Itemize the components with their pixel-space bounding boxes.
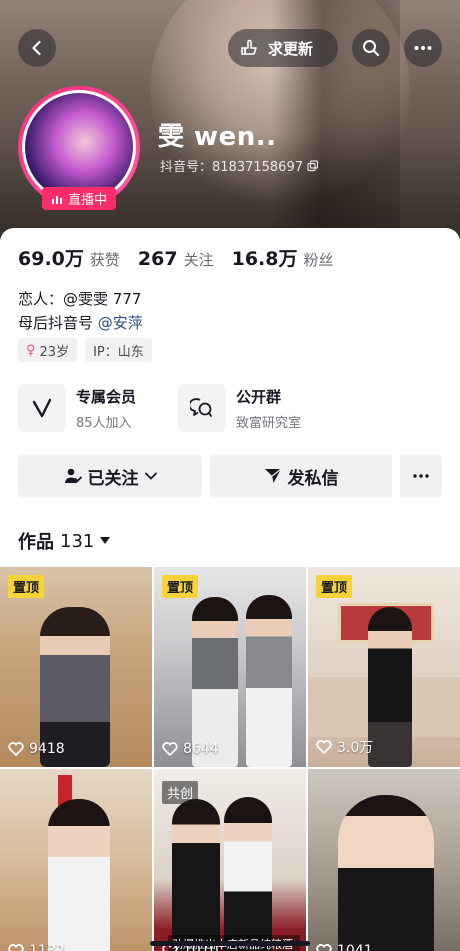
profile-actions: 已关注 发私信: [18, 455, 442, 497]
feature-subtitle: 85人加入: [76, 415, 132, 431]
bio-text: 母后抖音号: [18, 314, 94, 332]
pinned-badge: 置顶: [316, 575, 353, 598]
profile-tags: ♀ 23岁 IP：山东: [18, 338, 152, 362]
search-icon: [363, 40, 380, 57]
send-message-label: 发私信: [287, 468, 339, 489]
ellipsis-icon: [414, 46, 432, 50]
age-text: 23岁: [39, 344, 70, 360]
heart-icon: [8, 944, 24, 951]
exclusive-membership[interactable]: 专属会员 85人加入: [18, 384, 136, 432]
video-likes: 8644: [162, 741, 219, 757]
douyin-id[interactable]: 抖音号：81837158697: [160, 156, 319, 175]
stat-value: 267: [137, 248, 178, 270]
hand-point-icon: [241, 39, 257, 55]
group-chat-icon: [178, 384, 226, 432]
video-thumbnail[interactable]: 1132: [0, 769, 152, 951]
likes-count: 3.0万: [337, 740, 374, 756]
heart-icon: [316, 740, 332, 754]
video-likes: 9418: [8, 741, 65, 757]
heart-icon: [316, 944, 332, 951]
bio-line-1: 恋人：@雯雯 777: [18, 288, 141, 309]
stat-followers[interactable]: 16.8万 粉丝: [232, 244, 334, 271]
video-thumbnail[interactable]: 置顶 8644: [154, 567, 306, 767]
stat-likes[interactable]: 69.0万 获赞: [18, 244, 120, 271]
following-label: 已关注: [87, 468, 139, 489]
ellipsis-icon: [413, 474, 429, 478]
video-likes: 1132: [8, 943, 65, 951]
likes-count: 9418: [29, 741, 65, 757]
ip-tag: IP：山东: [85, 338, 152, 362]
bio-text: 恋人：: [18, 290, 64, 308]
bio-mention-link[interactable]: @安萍: [98, 314, 143, 332]
v-badge-icon: [18, 384, 66, 432]
stat-value: 16.8万: [231, 248, 298, 270]
back-button[interactable]: [18, 29, 56, 67]
nickname: 雯 wen..: [158, 122, 277, 152]
request-update-label: 求更新: [268, 39, 314, 58]
stat-label: 关注: [183, 251, 214, 269]
profile-card: 69.0万 获赞 267 关注 16.8万 粉丝 恋人：@雯雯 777 母后抖音…: [0, 228, 460, 951]
co-creation-badge: 共创: [162, 781, 199, 804]
works-count: 131: [60, 530, 95, 552]
live-label: 直播中: [67, 193, 107, 208]
paper-plane-icon: [264, 468, 281, 483]
feature-title: 专属会员: [76, 387, 137, 406]
search-button[interactable]: [352, 29, 390, 67]
public-group[interactable]: 公开群 致富研究室: [178, 384, 301, 432]
ip-text: IP：山东: [93, 344, 144, 360]
likes-count: 1041: [337, 943, 373, 951]
pinned-badge: 置顶: [162, 575, 199, 598]
feature-subtitle: 致富研究室: [236, 415, 302, 431]
heart-icon: [162, 742, 178, 756]
pinned-badge: 置顶: [8, 575, 45, 598]
copy-icon: [307, 159, 319, 171]
stats-row: 69.0万 获赞 267 关注 16.8万 粉丝: [18, 244, 334, 271]
live-bars-icon: [51, 195, 62, 204]
more-button[interactable]: [404, 29, 442, 67]
video-grid: 置顶 9418 置顶 8644 置顶 3.0万 1132 共创 1010 104…: [0, 567, 460, 951]
stat-following[interactable]: 267 关注: [138, 248, 214, 270]
works-tab[interactable]: 作品 131: [18, 528, 111, 554]
age-tag: ♀ 23岁: [18, 338, 78, 362]
video-likes: 3.0万: [316, 737, 373, 757]
chevron-down-icon: [144, 472, 157, 480]
feature-title: 公开群: [236, 387, 282, 406]
douyin-id-text: 抖音号：81837158697: [160, 160, 303, 175]
video-likes: 1041: [316, 943, 373, 951]
heart-icon: [8, 742, 24, 756]
send-message-button[interactable]: 发私信: [210, 455, 392, 497]
request-update-button[interactable]: 求更新: [228, 29, 338, 67]
likes-count: 1132: [29, 943, 65, 951]
stat-label: 粉丝: [303, 251, 334, 269]
video-thumbnail[interactable]: 1041: [308, 769, 460, 951]
likes-count: 8644: [183, 741, 219, 757]
following-button[interactable]: 已关注: [18, 455, 202, 497]
works-label: 作品: [18, 532, 54, 553]
user-check-icon: [64, 468, 82, 483]
bio-mention[interactable]: @雯雯 777: [63, 290, 141, 308]
caret-down-icon: [100, 537, 111, 544]
chevron-left-icon: [32, 40, 41, 56]
female-icon: ♀: [26, 342, 36, 358]
more-actions-button[interactable]: [400, 455, 442, 497]
bio-line-2: 母后抖音号 @安萍: [18, 312, 143, 333]
video-thumbnail[interactable]: 置顶 3.0万: [308, 567, 460, 767]
live-badge[interactable]: 直播中: [42, 187, 116, 210]
video-thumbnail[interactable]: 共创 劲爆推出本店新品纯粮酒 1010: [154, 769, 306, 951]
home-indicator[interactable]: [150, 941, 310, 946]
video-thumbnail[interactable]: 置顶 9418: [0, 567, 152, 767]
stat-value: 69.0万: [18, 248, 84, 270]
stat-label: 获赞: [89, 251, 120, 269]
